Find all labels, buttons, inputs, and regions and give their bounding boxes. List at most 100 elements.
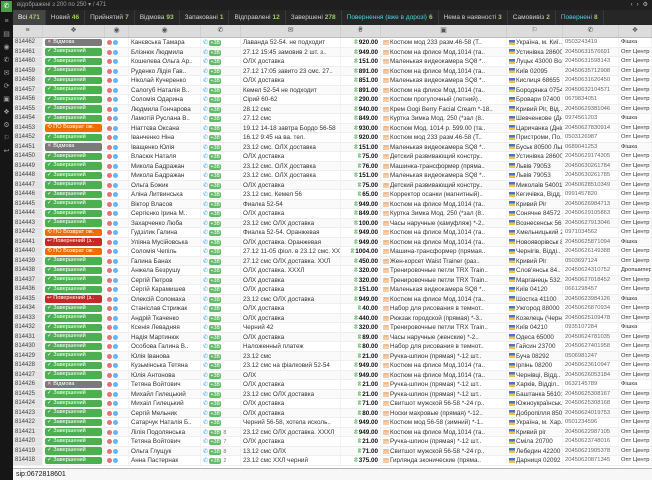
order-row[interactable]: 814442 ПО Возврат ож. Гудзілик Галина ✆+…	[13, 228, 652, 238]
product-cell[interactable]: ▤Машинка-трансформер (пряма..	[381, 162, 507, 171]
callback-chip[interactable]: +ЗВ	[209, 392, 221, 398]
client-name[interactable]: Ніколай Кучеренко	[129, 76, 201, 85]
region-cell[interactable]: Устинівка 28600..	[507, 48, 563, 57]
order-row[interactable]: 814434 Завершений Станіслав Стрижак ✆+ЗВ…	[13, 304, 652, 314]
phone-icon[interactable]: ✆	[203, 392, 208, 398]
region-cell[interactable]: Новояворівськ 8..	[507, 238, 563, 247]
order-id[interactable]: 814461	[13, 48, 43, 57]
product-cell[interactable]: ▤Костюм на флисе Мод.1014 (та..	[381, 86, 507, 95]
product-cell[interactable]: ▤Маленькая видеокамера SQ8 *..	[381, 171, 507, 180]
product-cell[interactable]: ▤Гирлянда эконические (пряма..	[381, 456, 507, 465]
order-id[interactable]: 814443	[13, 219, 43, 228]
order-comment[interactable]: ОЛХ доставка	[241, 380, 341, 389]
phone-or-ttn[interactable]: 20450625109478	[563, 314, 619, 323]
callback-chip[interactable]: +ЗВ	[209, 135, 221, 141]
phone-icon[interactable]: ✆	[203, 297, 208, 303]
client-name[interactable]: Сергій Карамишев	[129, 285, 201, 294]
phone-or-ttn[interactable]: 20450629381046	[563, 105, 619, 114]
col-product[interactable]: ▣	[381, 25, 507, 37]
client-name[interactable]: Кузьмінська Тетяна	[129, 361, 201, 370]
order-row[interactable]: 814438 Завершений Анжела Безрушу ✆+ЗВ ОЛ…	[13, 266, 652, 276]
product-cell[interactable]: ▤Маленькая видеокамера SQ8 *..	[381, 76, 507, 85]
order-row[interactable]: 814451 Відмова Іващенко Юлія ✆+ЗВ 23.12 …	[13, 143, 652, 153]
region-cell[interactable]: Сонячне 84572	[507, 209, 563, 218]
order-comment[interactable]: 23.12 смс ОЛХ доставка	[241, 390, 341, 399]
order-status-cell[interactable]: Завершений	[43, 95, 105, 104]
product-cell[interactable]: ▤Куртка Зимка Мод. 250 (*зал (8..	[381, 114, 507, 123]
col-status[interactable]: ❖	[43, 25, 105, 37]
region-cell[interactable]: Бровари 07400	[507, 95, 563, 104]
callback-chip[interactable]: +ЗВ	[209, 249, 221, 255]
order-row[interactable]: 814440 ПО Возврат ож. Соломія Чепіль ✆+З…	[13, 247, 652, 257]
phone-icon[interactable]: ✆	[203, 202, 208, 208]
callback-chip[interactable]: +ЗВ	[209, 97, 221, 103]
order-comment[interactable]: 13.12 смс ОЛХ	[241, 447, 341, 456]
order-comment[interactable]: 19.12 14-18 завтра Бордо 56-58	[241, 124, 341, 133]
phone-or-ttn[interactable]: 20450626053184	[563, 371, 619, 380]
client-name[interactable]: Салогуб Наталія В..	[129, 86, 201, 95]
product-cell[interactable]: ▤Тренировочные петли TRX Train..	[381, 266, 507, 275]
region-cell[interactable]: Кривий Ріг	[507, 200, 563, 209]
callback-chip[interactable]: +ЗВ	[209, 439, 221, 445]
client-name[interactable]: Андрій Ткаченко	[129, 314, 201, 323]
order-row[interactable]: 814453 ПО Возврат ож. Ніаттєва Оксана ✆+…	[13, 124, 652, 134]
order-status-cell[interactable]: Завершений	[43, 409, 105, 418]
region-cell[interactable]: Буськ 80500 Льв..	[507, 143, 563, 152]
col-avatars[interactable]: ◉	[105, 25, 129, 37]
region-cell[interactable]: Пристроми, По..	[507, 133, 563, 142]
phone-icon[interactable]: ✆	[203, 382, 208, 388]
phone-icon[interactable]: ✆	[203, 164, 208, 170]
order-row[interactable]: 814432 Завершений Ксенія Левадняя ✆+ЗВ Ч…	[13, 323, 652, 333]
phone-or-ttn[interactable]: 20450624019753	[563, 409, 619, 418]
product-cell[interactable]: ▤Костюм мод 233 разм.46-58 (Т..	[381, 38, 507, 47]
phone-or-ttn[interactable]: 20450629105863	[563, 209, 619, 218]
callback-chip[interactable]: +ЗВ	[209, 297, 221, 303]
phone-or-ttn[interactable]: 0661298457	[563, 285, 619, 294]
client-name[interactable]: Галина Банах	[129, 257, 201, 266]
col-menu[interactable]: ≡	[13, 25, 43, 37]
phone-icon[interactable]: ✆	[203, 69, 208, 75]
region-cell[interactable]: Царичанка (Дніп..	[507, 124, 563, 133]
order-comment[interactable]: ОЛХ доставка	[241, 209, 341, 218]
phone-icon[interactable]: ✆	[203, 88, 208, 94]
order-status-cell[interactable]: Завершений	[43, 304, 105, 313]
phone-icon[interactable]: ✆	[203, 173, 208, 179]
client-name[interactable]: Соломія Чепіль	[129, 247, 201, 256]
phone-or-ttn[interactable]: 0503697124	[563, 257, 619, 266]
order-comment[interactable]: Черний 42	[241, 323, 341, 332]
region-cell[interactable]: Дарниця 02092	[507, 456, 563, 465]
client-name[interactable]: Сергієнко Ірина М..	[129, 209, 201, 218]
region-cell[interactable]: Южноукраїнськ..	[507, 399, 563, 408]
order-row[interactable]: 814452 Завершений Іванченко Ніна ✆+ЗВ 16…	[13, 133, 652, 143]
phone-icon[interactable]: ✆	[203, 344, 208, 350]
client-name[interactable]: Анна Пастернак	[129, 456, 201, 465]
order-row[interactable]: 814423 Завершений Сергій Мельник ✆+ЗВ ОЛ…	[13, 409, 652, 419]
product-cell[interactable]: ▤Куртка Зимка Мод. 250 (*зал (8..	[381, 209, 507, 218]
order-comment[interactable]: 23.12 смс ОЛХ доставка. ХХХЛ	[241, 428, 341, 437]
callback-chip[interactable]: +ЗВ	[209, 259, 221, 265]
order-comment[interactable]: ОЛХ доставка	[241, 152, 341, 161]
order-comment[interactable]: ОЛХ доставка	[241, 181, 341, 190]
col-call[interactable]: ✆	[201, 25, 241, 37]
product-cell[interactable]: ▤Костюм на флисе Мод.1014 (та..	[381, 361, 507, 370]
product-cell[interactable]: ▤Ручка-шпион (прямая) *-12 шт..	[381, 352, 507, 361]
order-row[interactable]: 814431 Завершений Надія Мартинюк ✆+ЗВ ОЛ…	[13, 333, 652, 343]
region-cell[interactable]: Луцьк 43000 Вол..	[507, 57, 563, 66]
flag-icon[interactable]: ⚐	[0, 132, 13, 145]
phone-icon[interactable]: ✆	[203, 268, 208, 274]
order-comment[interactable]: ОЛХ доставка	[241, 76, 341, 85]
order-status-cell[interactable]: Завершений	[43, 171, 105, 180]
phone-or-ttn[interactable]: 20450624781035	[563, 333, 619, 342]
order-comment[interactable]: Наложенный платеж	[241, 342, 341, 351]
order-id[interactable]: 814438	[13, 266, 43, 275]
callback-chip[interactable]: +ЗВ	[209, 126, 221, 132]
phone-icon[interactable]: ✆	[203, 183, 208, 189]
phone-icon[interactable]: ✆	[203, 145, 208, 151]
order-row[interactable]: 814448 Завершений Микола Бадражан ✆+ЗВ 2…	[13, 171, 652, 181]
callback-chip[interactable]: +ЗВ	[209, 363, 221, 369]
callback-chip[interactable]: +ЗВ	[209, 268, 221, 274]
product-cell[interactable]: ▤Машина-трансформер (прямая..	[381, 247, 507, 256]
order-row[interactable]: 814433 Завершений Андрій Ткаченко ✆+ЗВ О…	[13, 314, 652, 324]
order-comment[interactable]: ОЛХ доставка	[241, 409, 341, 418]
region-cell[interactable]: Вознесенськ 56..	[507, 219, 563, 228]
